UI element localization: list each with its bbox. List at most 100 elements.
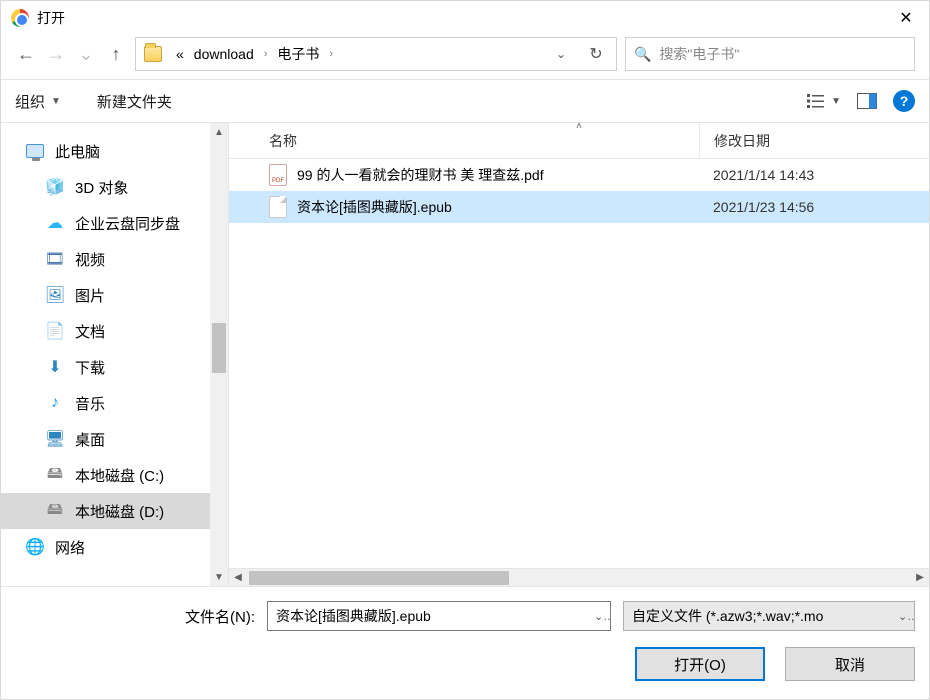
preview-pane-button[interactable] bbox=[857, 93, 877, 109]
sidebar-item-docs[interactable]: 📄 文档 bbox=[1, 313, 210, 349]
column-date[interactable]: 修改日期 bbox=[699, 123, 929, 158]
breadcrumb-segment[interactable]: download bbox=[194, 46, 254, 62]
chevron-right-icon: › bbox=[329, 48, 333, 60]
chrome-icon bbox=[11, 9, 29, 27]
scrollbar-thumb[interactable] bbox=[212, 323, 226, 373]
cancel-button-label: 取消 bbox=[835, 654, 865, 675]
arrow-right-icon: → bbox=[47, 44, 65, 65]
chevron-down-icon: ⌄ bbox=[890, 610, 914, 623]
recent-dropdown[interactable]: ⌄ bbox=[75, 43, 97, 65]
breadcrumb-segment[interactable]: 电子书 bbox=[277, 44, 319, 64]
file-list: ˄ 名称 修改日期 99 的人一看就会的理财书 美 理查兹.pdf 2021/1/… bbox=[229, 123, 929, 586]
sidebar-item-label: 网络 bbox=[55, 537, 85, 558]
cancel-button[interactable]: 取消 bbox=[785, 647, 915, 681]
refresh-icon: ↻ bbox=[589, 44, 602, 64]
new-folder-button[interactable]: 新建文件夹 bbox=[97, 91, 172, 112]
filename-input[interactable]: 资本论[插图典藏版].epub ⌄ bbox=[267, 601, 611, 631]
sidebar-item-drive-d[interactable]: 🖴 本地磁盘 (D:) bbox=[1, 493, 210, 529]
cloud-icon: ☁ bbox=[45, 213, 65, 233]
sidebar-item-label: 文档 bbox=[75, 321, 105, 342]
sidebar-item-label: 图片 bbox=[75, 285, 105, 306]
horizontal-scrollbar[interactable]: ◀ ▶ bbox=[229, 568, 929, 586]
refresh-button[interactable]: ↻ bbox=[576, 44, 616, 64]
file-row[interactable]: 资本论[插图典藏版].epub 2021/1/23 14:56 bbox=[229, 191, 929, 223]
sidebar-item-label: 此电脑 bbox=[55, 141, 100, 162]
column-name[interactable]: ˄ 名称 bbox=[229, 131, 699, 151]
sidebar-item-this-pc[interactable]: 此电脑 bbox=[1, 133, 210, 169]
open-button[interactable]: 打开(O) bbox=[635, 647, 765, 681]
chevron-down-icon: ⌄ bbox=[586, 610, 610, 623]
scroll-right-icon[interactable]: ▶ bbox=[911, 569, 929, 587]
up-button[interactable]: ↑ bbox=[105, 43, 127, 65]
sidebar-item-label: 企业云盘同步盘 bbox=[75, 213, 180, 234]
close-button[interactable]: ✕ bbox=[883, 1, 929, 35]
filetype-select[interactable]: 自定义文件 (*.azw3;*.wav;*.mo ⌄ bbox=[623, 601, 915, 631]
bottom-panel: 文件名(N): 资本论[插图典藏版].epub ⌄ 自定义文件 (*.azw3;… bbox=[1, 586, 929, 699]
back-button[interactable]: ← bbox=[15, 43, 37, 65]
doc-icon: 📄 bbox=[45, 321, 65, 341]
filename-dropdown[interactable]: ⌄ bbox=[586, 610, 610, 623]
sidebar-item-pics[interactable]: 🖼图片 bbox=[1, 277, 210, 313]
view-options-button[interactable]: ▼ bbox=[807, 93, 841, 109]
file-row[interactable]: 99 的人一看就会的理财书 美 理查兹.pdf 2021/1/14 14:43 bbox=[229, 159, 929, 191]
drive-icon: 🖴 bbox=[45, 462, 65, 489]
address-dropdown[interactable]: ⌄ bbox=[546, 47, 576, 61]
search-placeholder: 搜索"电子书" bbox=[659, 44, 739, 64]
sidebar-item-3d[interactable]: 🧊 3D 对象 bbox=[1, 169, 210, 205]
drive-icon: 🖴 bbox=[45, 498, 65, 525]
sidebar-item-label: 本地磁盘 (D:) bbox=[75, 501, 164, 522]
file-date: 2021/1/23 14:56 bbox=[699, 199, 929, 215]
organize-menu[interactable]: 组织 ▼ bbox=[15, 91, 61, 112]
view-details-icon bbox=[807, 93, 827, 109]
desktop-icon: 🖥 bbox=[45, 429, 65, 449]
filetype-dropdown[interactable]: ⌄ bbox=[890, 610, 914, 623]
scroll-up-icon[interactable]: ▲ bbox=[210, 123, 228, 141]
monitor-icon bbox=[25, 144, 45, 158]
caret-down-icon: ▼ bbox=[51, 96, 61, 107]
sidebar-item-label: 3D 对象 bbox=[75, 177, 128, 198]
search-input[interactable]: 🔍 搜索"电子书" bbox=[625, 37, 915, 71]
file-name: 资本论[插图典藏版].epub bbox=[297, 197, 452, 217]
download-icon: ⬇ bbox=[45, 357, 65, 377]
sidebar-item-cloud[interactable]: ☁ 企业云盘同步盘 bbox=[1, 205, 210, 241]
close-icon: ✕ bbox=[899, 8, 912, 28]
music-icon: ♪ bbox=[45, 394, 65, 412]
sidebar-item-label: 下载 bbox=[75, 357, 105, 378]
sidebar-item-music[interactable]: ♪音乐 bbox=[1, 385, 210, 421]
sidebar-item-label: 视频 bbox=[75, 249, 105, 270]
help-button[interactable]: ? bbox=[893, 90, 915, 112]
sidebar-item-video[interactable]: 🎞视频 bbox=[1, 241, 210, 277]
arrow-left-icon: ← bbox=[17, 44, 35, 65]
sidebar-item-label: 桌面 bbox=[75, 429, 105, 450]
file-rows: 99 的人一看就会的理财书 美 理查兹.pdf 2021/1/14 14:43 资本… bbox=[229, 159, 929, 568]
cube-icon: 🧊 bbox=[45, 177, 65, 197]
scroll-down-icon[interactable]: ▼ bbox=[210, 568, 228, 586]
tree: 此电脑 🧊 3D 对象 ☁ 企业云盘同步盘 🎞视频🖼图片 📄 文档 ⬇ 下载 ♪音乐 🖥 桌面 🖴 本地磁盘… bbox=[1, 123, 210, 586]
pdf-icon bbox=[269, 164, 287, 186]
column-name-label: 名称 bbox=[269, 131, 297, 151]
forward-button[interactable]: → bbox=[45, 43, 67, 65]
sidebar-item-downloads[interactable]: ⬇ 下载 bbox=[1, 349, 210, 385]
nav-row: ← → ⌄ ↑ « download › 电子书 › ⌄ ↻ 🔍 搜索"电子书" bbox=[1, 35, 929, 79]
breadcrumb-prefix: « bbox=[176, 46, 184, 62]
network-icon: 🌐 bbox=[25, 537, 45, 557]
sidebar-scrollbar[interactable]: ▲ ▼ bbox=[210, 123, 228, 586]
file-date: 2021/1/14 14:43 bbox=[699, 167, 929, 183]
sidebar-item-desktop[interactable]: 🖥 桌面 bbox=[1, 421, 210, 457]
scrollbar-thumb[interactable] bbox=[249, 571, 509, 585]
preview-pane-icon bbox=[857, 93, 877, 109]
file-name: 99 的人一看就会的理财书 美 理查兹.pdf bbox=[297, 165, 544, 185]
caret-down-icon: ▼ bbox=[831, 96, 841, 107]
chevron-right-icon: › bbox=[264, 48, 268, 60]
sidebar-item-network[interactable]: 🌐 网络 bbox=[1, 529, 210, 565]
filename-value: 资本论[插图典藏版].epub bbox=[268, 606, 586, 626]
address-bar[interactable]: « download › 电子书 › ⌄ ↻ bbox=[135, 37, 617, 71]
titlebar: 打开 ✕ bbox=[1, 1, 929, 35]
column-headers: ˄ 名称 修改日期 bbox=[229, 123, 929, 159]
sort-ascending-icon: ˄ bbox=[576, 121, 582, 132]
scroll-left-icon[interactable]: ◀ bbox=[229, 569, 247, 587]
sidebar-item-drive-c[interactable]: 🖴 本地磁盘 (C:) bbox=[1, 457, 210, 493]
window-title: 打开 bbox=[37, 8, 65, 28]
dialog-body: 此电脑 🧊 3D 对象 ☁ 企业云盘同步盘 🎞视频🖼图片 📄 文档 ⬇ 下载 ♪音乐 🖥 桌面 🖴 本地磁盘… bbox=[1, 123, 929, 586]
sidebar-item-label: 本地磁盘 (C:) bbox=[75, 465, 164, 486]
